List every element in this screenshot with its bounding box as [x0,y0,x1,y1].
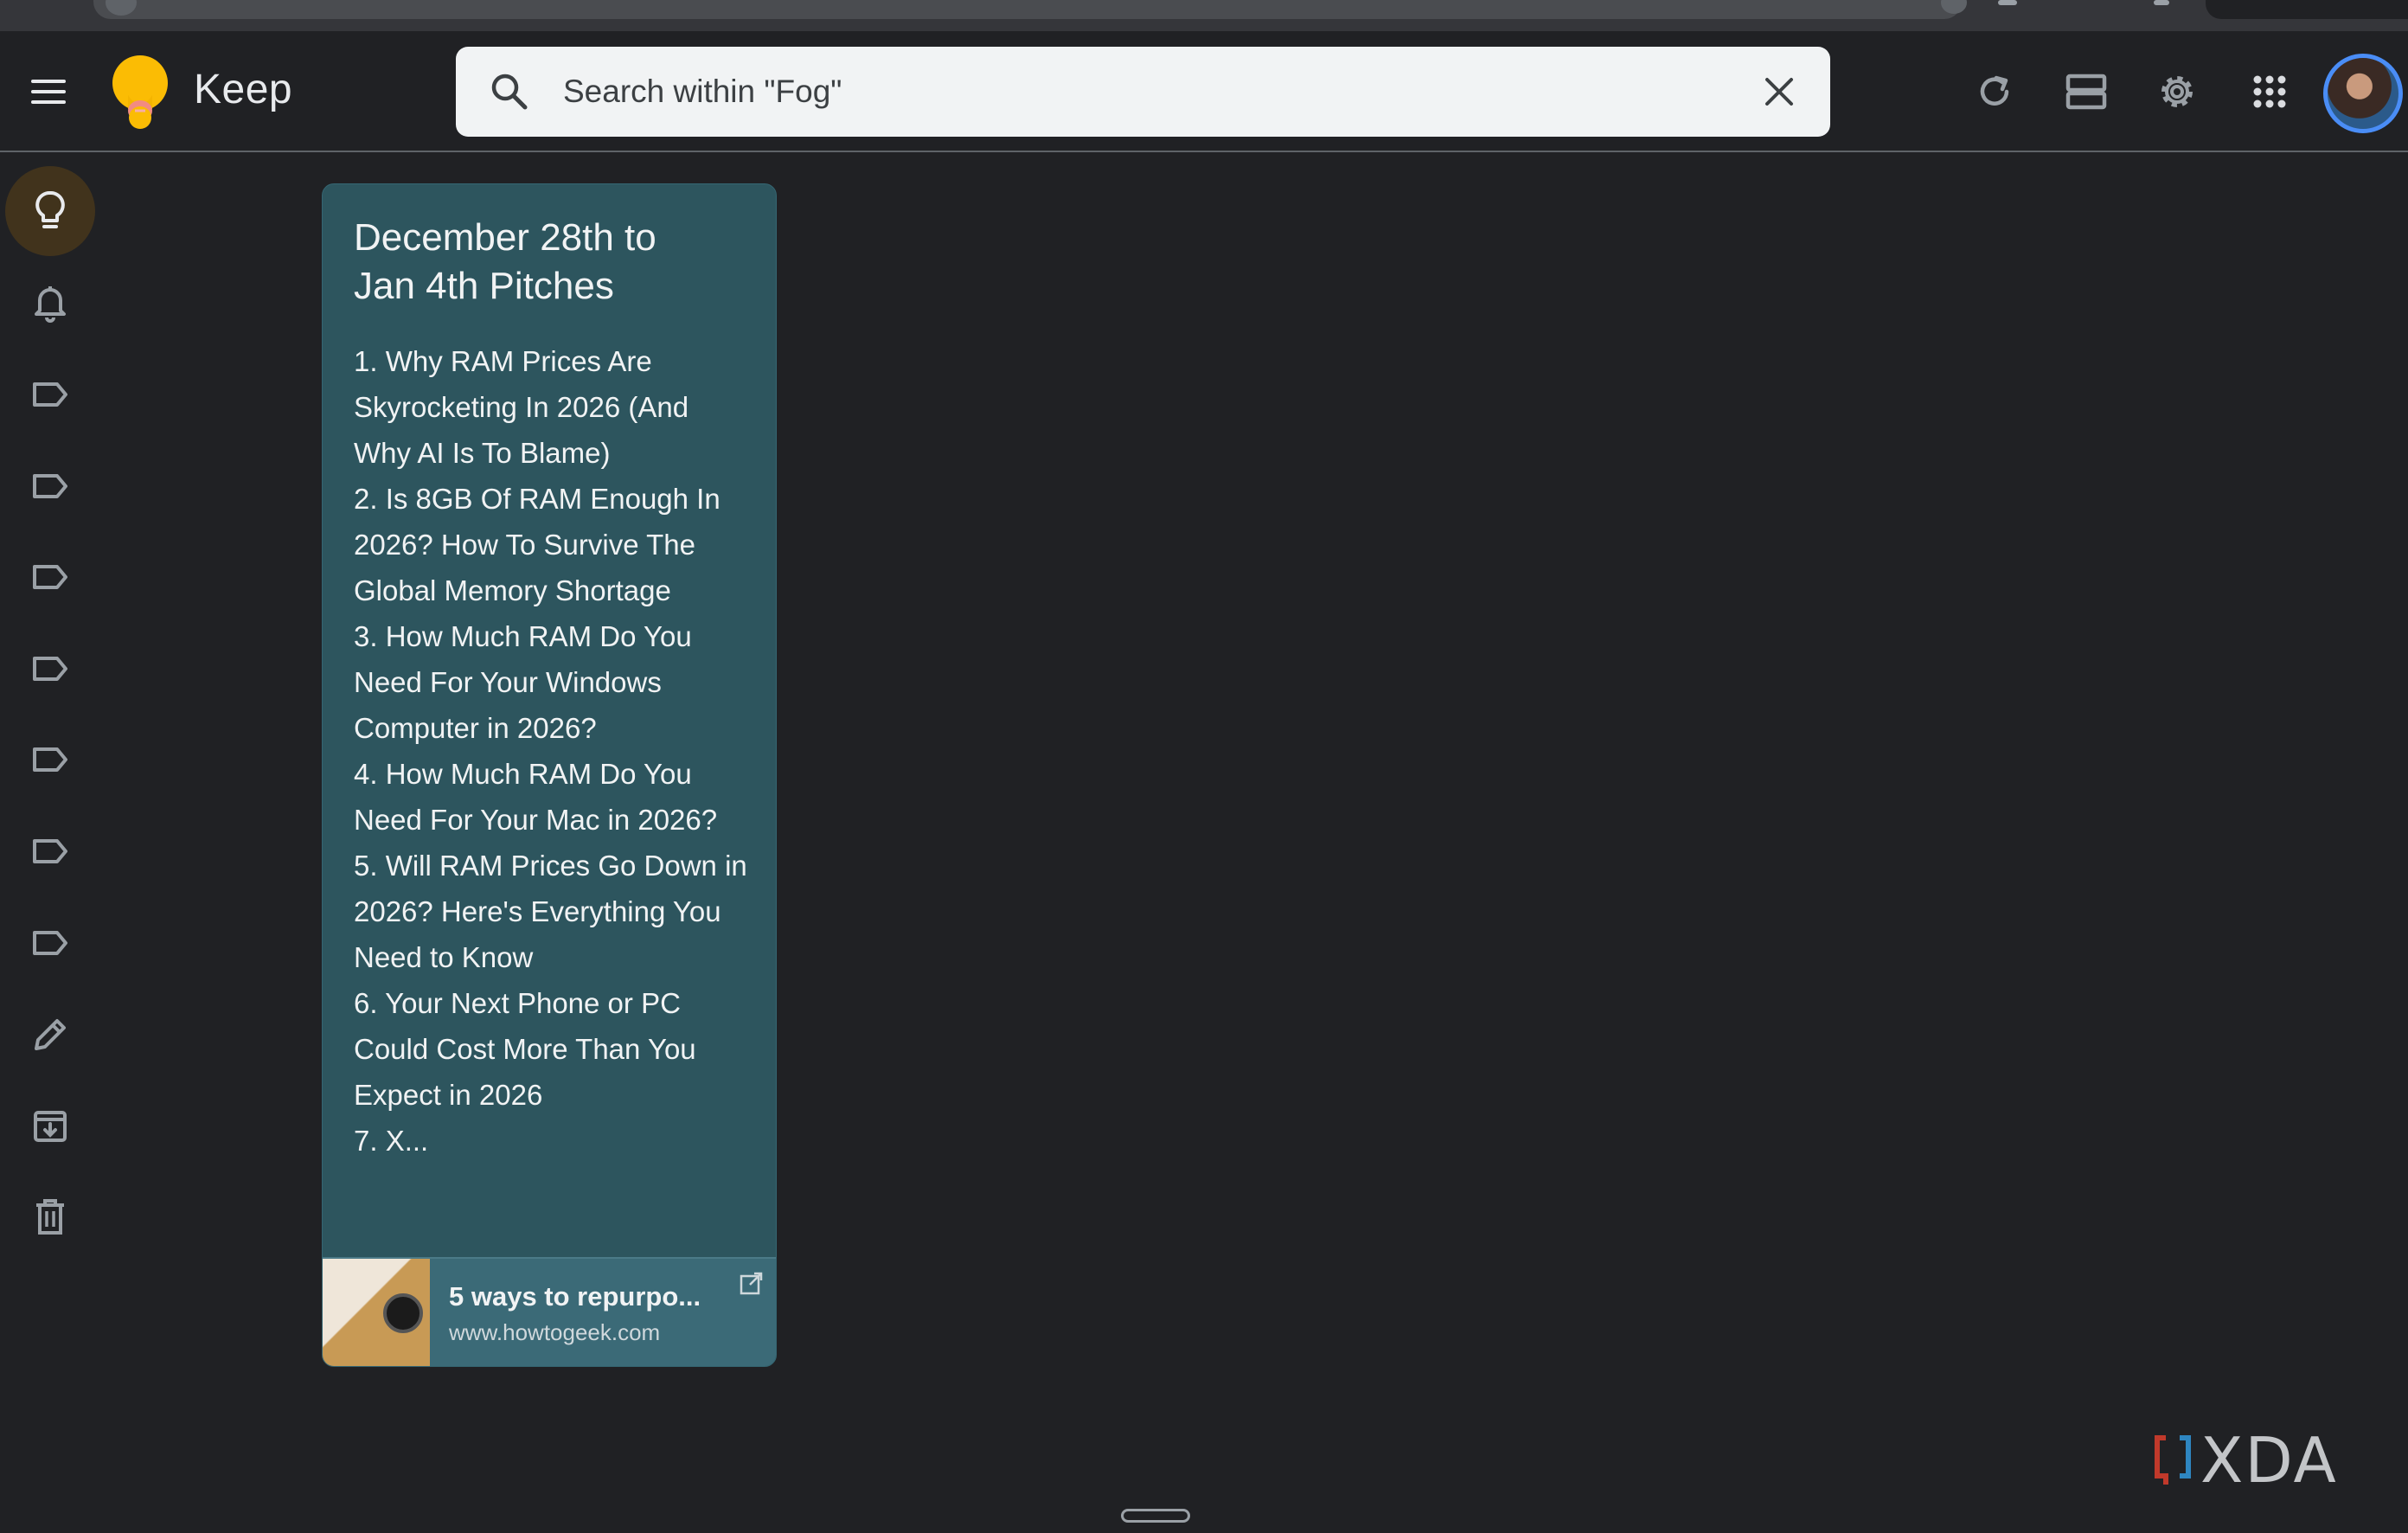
search-bar[interactable] [456,47,1830,137]
browser-toolbar-icon[interactable] [2154,0,2169,5]
list-view-button[interactable] [2055,61,2117,123]
browser-toolbar-icon[interactable] [1998,0,2017,5]
settings-icon [2161,76,2193,107]
bell-icon [35,286,66,323]
xda-logo-icon [2155,1435,2191,1485]
close-icon [1765,78,1793,106]
sidebar-item-label-3[interactable] [5,532,95,622]
sidebar [0,154,104,1533]
sidebar-item-edit-labels[interactable] [5,990,95,1080]
note-title: December 28th to Jan 4th Pitches [354,214,752,311]
link-url: www.howtogeek.com [449,1319,661,1345]
note-body-line: 5. Will RAM Prices Go Down in [354,850,747,882]
keep-logo-icon [112,55,168,129]
label-icon [33,565,67,589]
sidebar-item-label-7[interactable] [5,898,95,988]
note-body-line: 4. How Much RAM Do You [354,758,692,790]
label-icon [33,382,67,407]
open-external-icon[interactable] [738,1271,764,1297]
note-body-line: 7. X... [354,1125,429,1157]
refresh-icon [1980,75,2009,106]
label-icon [33,931,67,955]
browser-extension-icon[interactable] [1941,0,1967,14]
hamburger-icon [31,73,66,111]
app-title: Keep [194,67,293,112]
sidebar-item-label-4[interactable] [5,624,95,714]
sidebar-item-label-6[interactable] [5,806,95,896]
main-menu-button[interactable] [17,61,80,123]
browser-profile-area[interactable] [2206,0,2408,19]
browser-top-bar [0,0,2408,31]
site-info-icon[interactable] [106,0,137,16]
note-body-line: Global Memory Shortage [354,574,671,606]
settings-button[interactable] [2146,61,2208,123]
sidebar-item-archive[interactable] [5,1081,95,1171]
link-preview[interactable]: 5 ways to repurpo... www.howtogeek.com [323,1257,776,1366]
sidebar-item-trash[interactable] [5,1172,95,1262]
label-icon [33,839,67,863]
note-body-line: Why AI Is To Blame) [354,437,611,469]
lightbulb-icon [35,191,65,228]
note-body-line: Need For Your Mac in 2026? [354,804,718,836]
note-title-line: Jan 4th Pitches [354,265,614,307]
link-title[interactable]: 5 ways to repurpo... [449,1281,701,1312]
sidebar-item-label-2[interactable] [5,441,95,531]
note-body-line: Could Cost More Than You [354,1033,696,1065]
app-header: Keep [0,31,2408,152]
note-body-line: Computer in 2026? [354,712,597,744]
xda-watermark: XDA [2154,1424,2338,1497]
pencil-icon [35,1019,66,1050]
note-title-line: December 28th to [354,216,656,259]
label-icon [33,474,67,498]
refresh-button[interactable] [1963,61,2026,123]
note-body-line: Expect in 2026 [354,1079,543,1111]
note-body-line: 6. Your Next Phone or PC [354,987,681,1019]
apps-grid-icon [2253,75,2286,108]
sidebar-item-label-5[interactable] [5,715,95,805]
note-body-line: Need For Your Windows [354,666,662,698]
watch-image [383,1293,423,1333]
search-icon[interactable] [487,69,532,114]
note-body-line: 3. How Much RAM Do You [354,620,692,652]
google-apps-button[interactable] [2238,61,2301,123]
note-body-line: Skyrocketing In 2026 (And [354,391,689,423]
search-input[interactable] [561,66,1686,118]
note-card[interactable]: December 28th to Jan 4th Pitches 1. Why … [322,183,777,1367]
scroll-handle[interactable] [1121,1509,1190,1523]
account-avatar[interactable] [2323,54,2403,133]
watermark-text: XDA [2200,1424,2338,1497]
note-body-line: 2. Is 8GB Of RAM Enough In [354,483,720,515]
note-body-line: Need to Know [354,941,534,973]
list-view-icon [2065,74,2107,110]
archive-icon [34,1111,67,1142]
label-icon [33,747,67,772]
label-icon [33,657,67,681]
note-body-line: 1. Why RAM Prices Are [354,345,652,377]
link-thumbnail [323,1259,430,1366]
sidebar-item-reminders[interactable] [5,258,95,348]
sidebar-item-notes[interactable] [5,166,95,256]
note-body-line: 2026? How To Survive The [354,529,696,561]
sidebar-item-label-1[interactable] [5,350,95,439]
note-body: 1. Why RAM Prices Are Skyrocketing In 20… [354,338,760,1164]
clear-search-button[interactable] [1753,66,1805,118]
note-body-line: 2026? Here's Everything You [354,895,721,927]
browser-address-bar[interactable] [93,0,1967,19]
trash-icon [36,1199,64,1235]
